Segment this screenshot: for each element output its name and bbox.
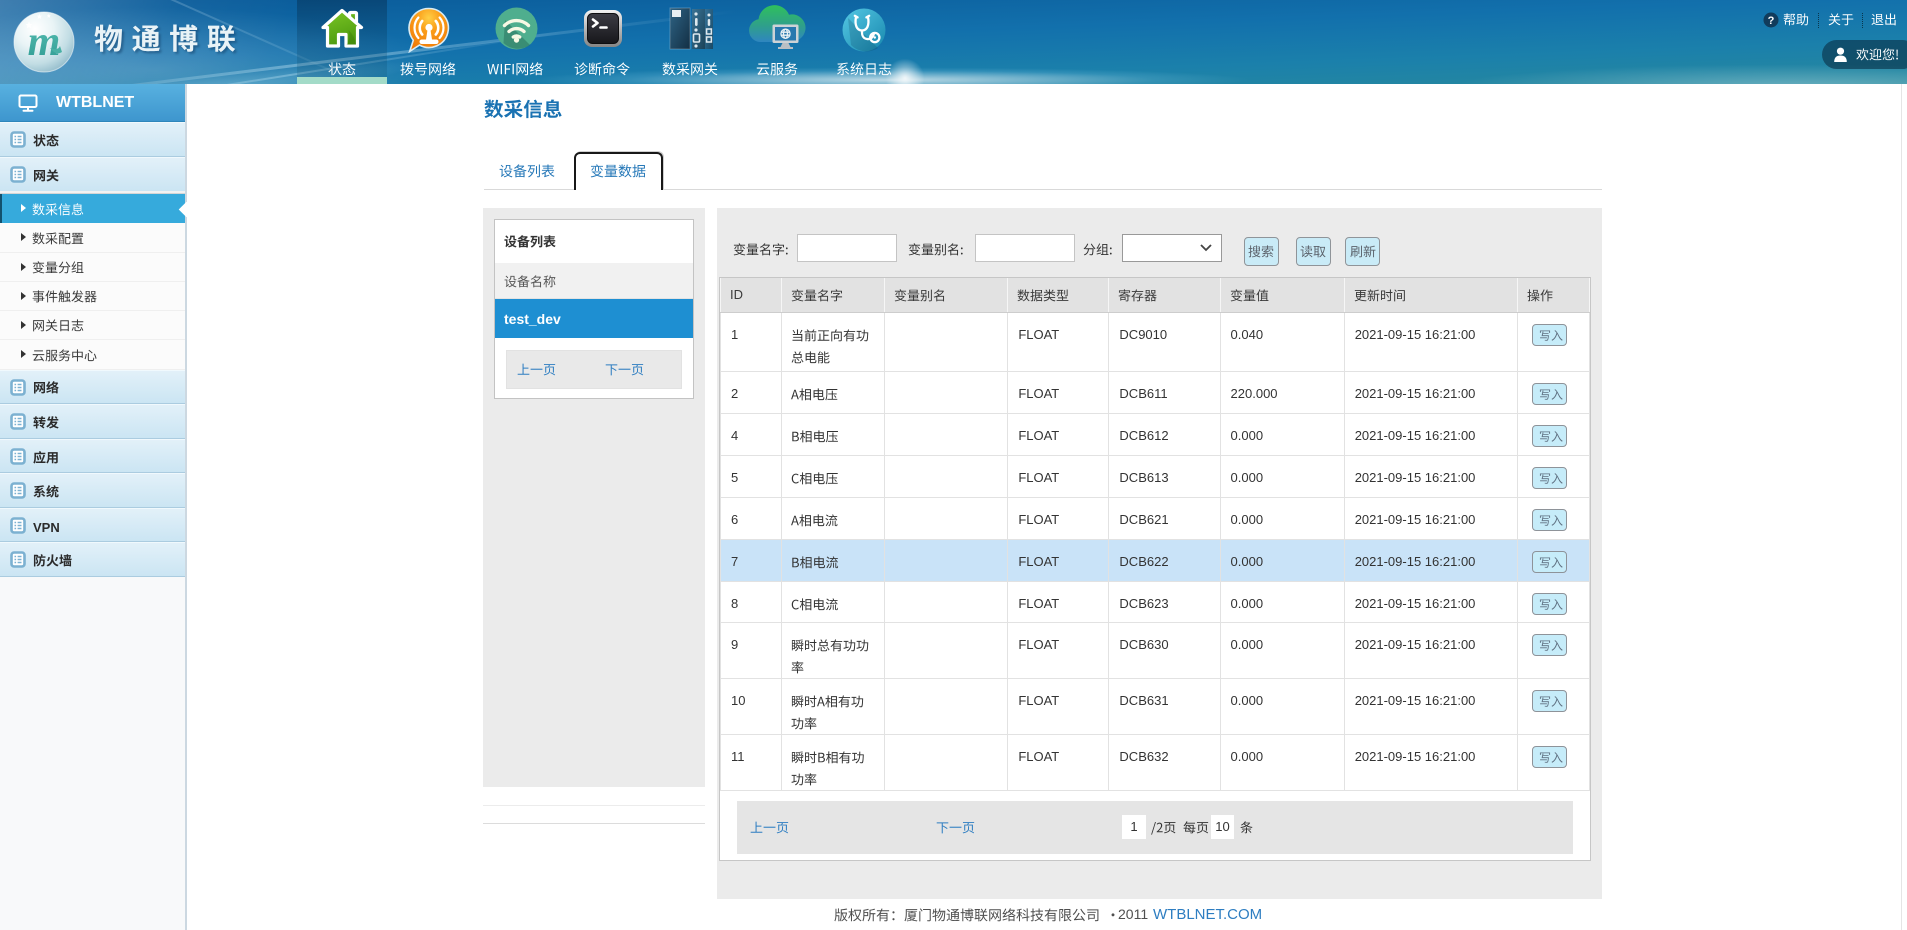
svg-text:m: m: [28, 19, 61, 65]
svg-text:?: ?: [1768, 15, 1775, 27]
